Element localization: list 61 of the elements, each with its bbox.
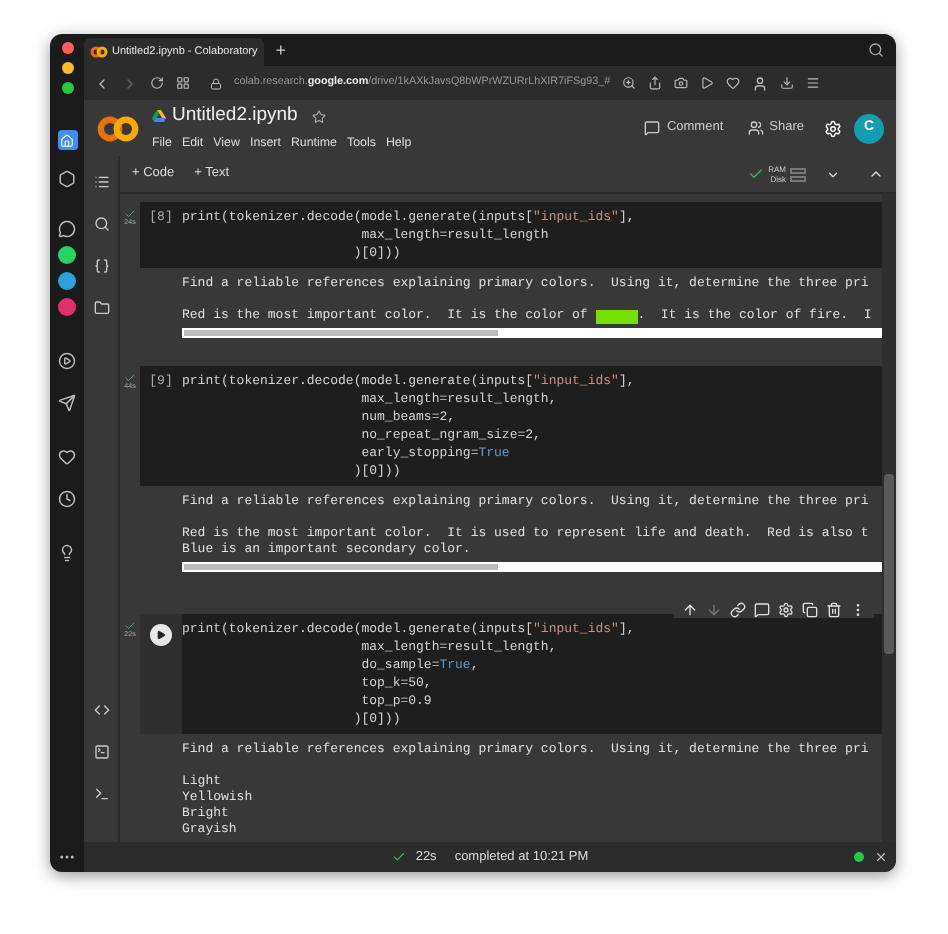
chat-icon[interactable] <box>58 220 76 238</box>
copy-icon[interactable] <box>802 601 818 617</box>
comment-icon <box>644 120 661 136</box>
reload-icon[interactable] <box>150 76 164 90</box>
zoom-icon[interactable] <box>622 76 637 90</box>
check-icon <box>748 166 765 182</box>
maximize-light[interactable] <box>61 82 73 94</box>
settings-icon[interactable] <box>778 601 794 617</box>
comment-icon[interactable] <box>754 601 770 617</box>
variables-icon[interactable] <box>93 258 109 274</box>
horizontal-scrollbar[interactable] <box>182 328 882 338</box>
search-icon[interactable] <box>93 216 109 232</box>
forward-icon[interactable] <box>122 75 138 91</box>
people-icon <box>747 120 764 136</box>
close-light[interactable] <box>61 42 73 54</box>
check-icon <box>124 620 136 632</box>
search-icon[interactable] <box>868 42 884 58</box>
vertical-scrollbar[interactable] <box>882 194 896 842</box>
check-icon <box>124 208 136 220</box>
play-icon <box>156 630 166 640</box>
horizontal-scrollbar[interactable] <box>182 562 882 572</box>
move-up-icon[interactable] <box>682 601 698 617</box>
check-icon <box>391 850 406 864</box>
drive-icon <box>152 110 166 123</box>
minimize-light[interactable] <box>61 62 73 74</box>
terminal-icon[interactable] <box>93 786 109 802</box>
code-icon[interactable] <box>93 702 109 718</box>
home-icon <box>60 133 74 147</box>
star-icon[interactable] <box>311 109 326 124</box>
lock-icon <box>210 77 222 89</box>
command-palette-icon[interactable] <box>93 744 109 760</box>
play-icon[interactable] <box>700 76 715 90</box>
menu-icon[interactable] <box>806 76 821 90</box>
rings-logo[interactable] <box>96 115 140 141</box>
send-icon[interactable] <box>58 394 76 412</box>
table-of-contents-icon[interactable] <box>93 174 109 190</box>
run-button[interactable] <box>150 624 172 646</box>
profile-icon[interactable] <box>752 75 769 91</box>
move-down-icon[interactable] <box>706 601 722 617</box>
new-tab-button[interactable]: + <box>275 41 287 59</box>
folder-icon[interactable] <box>93 300 109 316</box>
play-circle-icon[interactable] <box>58 352 76 370</box>
check-icon <box>124 372 136 384</box>
hexagon-icon[interactable] <box>58 170 76 188</box>
rings-logo <box>90 46 108 58</box>
back-icon[interactable] <box>94 75 110 91</box>
lightbulb-icon[interactable] <box>58 544 76 562</box>
trash-icon[interactable] <box>826 601 842 617</box>
close-icon[interactable] <box>874 850 888 864</box>
heart-icon[interactable] <box>726 76 741 90</box>
share-icon[interactable] <box>648 76 663 90</box>
download-icon[interactable] <box>780 76 795 90</box>
notebook-title[interactable]: Untitled2.ipynb <box>172 102 298 131</box>
clock-icon[interactable] <box>58 490 76 508</box>
link-icon[interactable] <box>730 601 746 617</box>
heart-icon[interactable] <box>58 448 76 466</box>
camera-icon[interactable] <box>674 76 689 90</box>
dropdown-icon[interactable] <box>826 167 840 181</box>
collapse-icon[interactable] <box>868 166 884 182</box>
grid-icon[interactable] <box>176 76 190 90</box>
home-button[interactable] <box>57 130 77 150</box>
